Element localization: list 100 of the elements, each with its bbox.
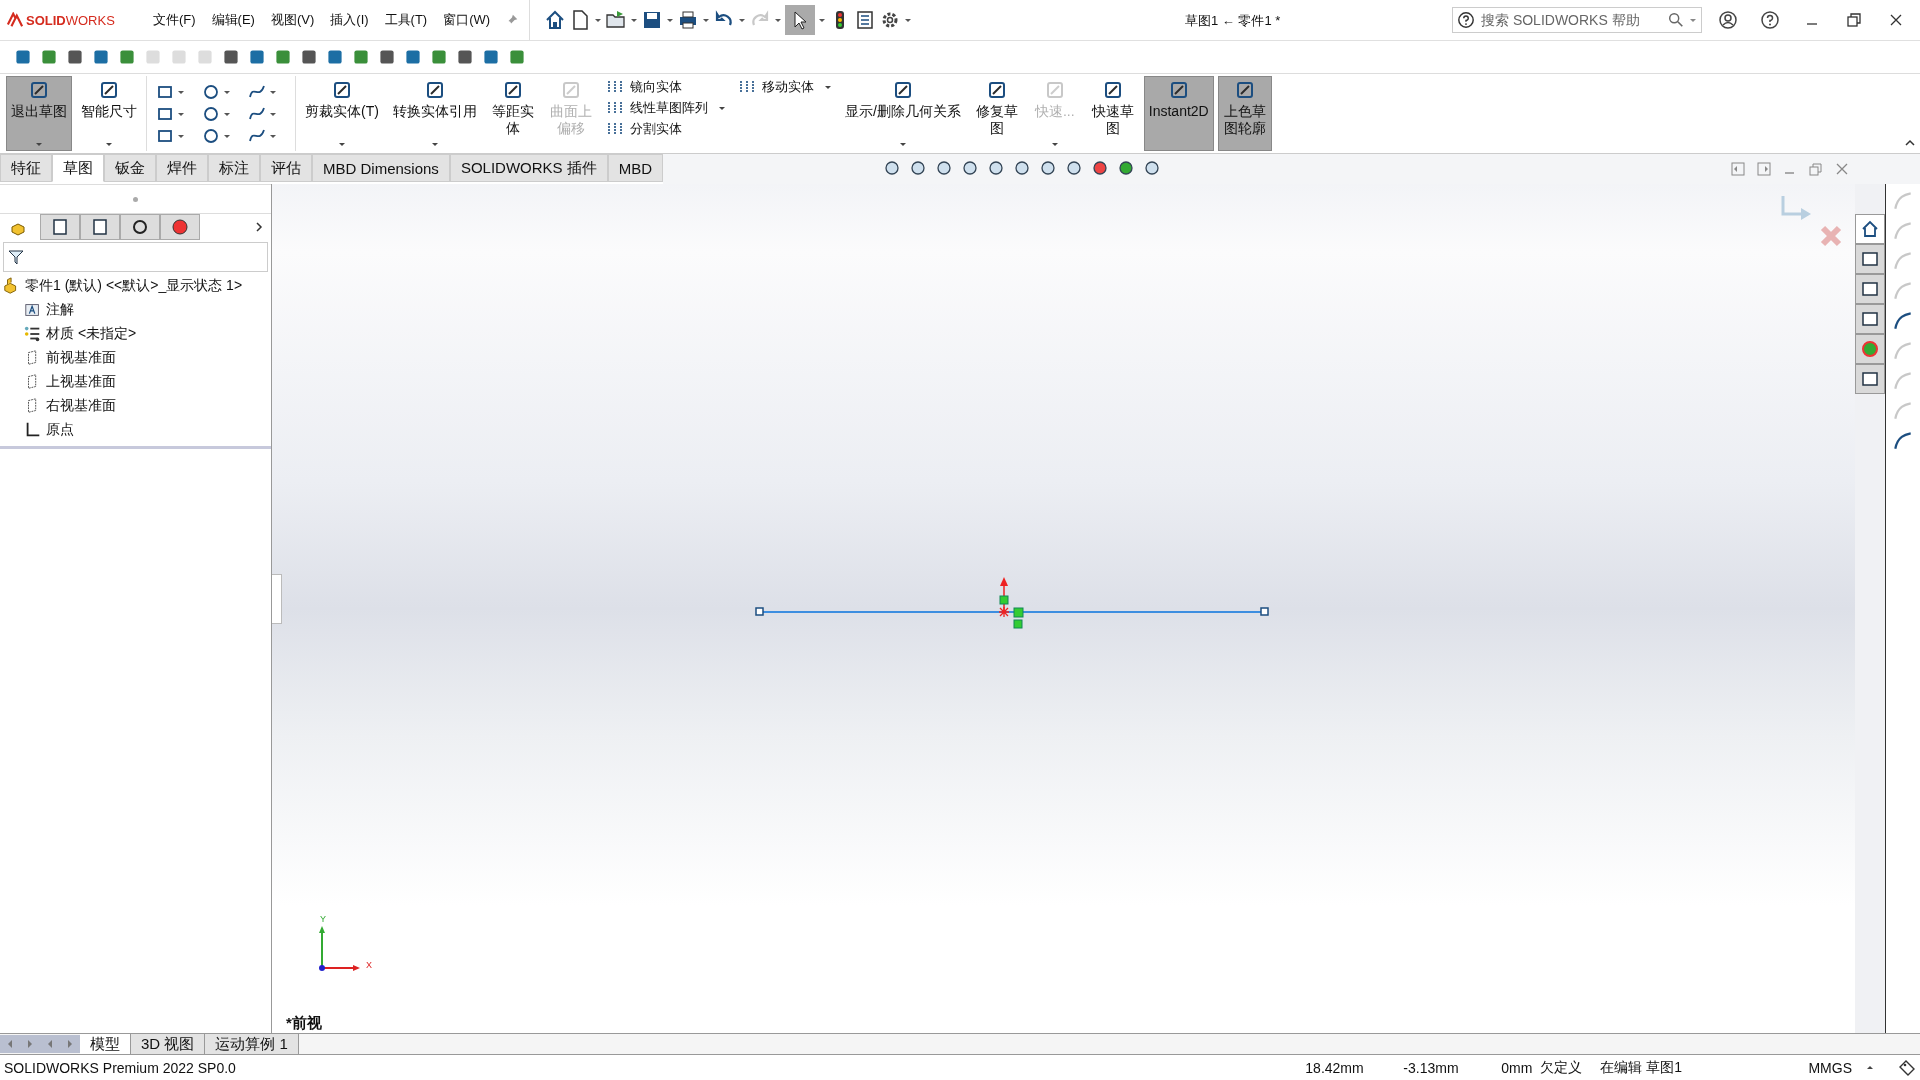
- caret-icon[interactable]: [337, 140, 346, 148]
- tree-item[interactable]: 右视基准面: [46, 397, 116, 415]
- ribbon-button[interactable]: 剪裁实体(T): [300, 76, 384, 151]
- folder-tab[interactable]: [1855, 274, 1885, 304]
- caret-icon[interactable]: [717, 104, 726, 112]
- ribbon-button[interactable]: Instant2D: [1143, 76, 1214, 151]
- ribbon-button[interactable]: 修复草图: [969, 76, 1024, 151]
- appearance-icon: [170, 217, 190, 237]
- manager-tab[interactable]: [40, 214, 80, 240]
- search-icon[interactable]: [1667, 11, 1685, 29]
- sketch-status: 欠定义: [1540, 1058, 1583, 1077]
- tree-item[interactable]: 注解: [46, 301, 74, 319]
- origin-icon: [24, 421, 42, 439]
- ribbon-button[interactable]: 退出草图: [6, 76, 72, 151]
- caret-icon[interactable]: [774, 16, 783, 24]
- product-version: SOLIDWORKS Premium 2022 SP0.0: [4, 1059, 236, 1076]
- caret-icon[interactable]: [35, 140, 43, 148]
- tree-item[interactable]: 上视基准面: [46, 373, 116, 391]
- crosshair-icon: [130, 217, 150, 237]
- view-palette-tab[interactable]: [1855, 304, 1885, 334]
- caret-icon[interactable]: [105, 140, 113, 148]
- ribbon-button[interactable]: 上色草图轮廓: [1217, 76, 1272, 151]
- tab[interactable]: MBD: [607, 154, 664, 182]
- tab[interactable]: 3D 视图: [131, 1034, 206, 1054]
- ribbon-button[interactable]: 快速草图: [1085, 76, 1140, 151]
- tree-item[interactable]: 原点: [46, 421, 74, 439]
- panel-handle[interactable]: [272, 574, 282, 624]
- menu-item[interactable]: 视图(V): [263, 7, 322, 33]
- app-logo: SOLIDWORKS: [26, 12, 115, 28]
- caret-icon[interactable]: [898, 140, 907, 148]
- coordinate-value: 18.42mm: [1305, 1059, 1365, 1076]
- view-name: *前视: [286, 1014, 322, 1033]
- tab[interactable]: 钣金: [104, 154, 156, 182]
- account-icon[interactable]: [1718, 10, 1738, 30]
- coordinate-value: 0mm: [1501, 1059, 1533, 1076]
- caret-icon[interactable]: [904, 16, 913, 24]
- chevron-right-icon[interactable]: [253, 221, 265, 233]
- menu-item[interactable]: 窗口(W): [436, 7, 498, 33]
- home-icon: [1860, 219, 1880, 239]
- ribbon-button[interactable]: 等距实体: [485, 76, 540, 151]
- logo-icon: [6, 12, 24, 28]
- tool-icon: [28, 79, 50, 101]
- splitter-handle[interactable]: [133, 196, 138, 202]
- tab[interactable]: 特征: [0, 154, 52, 182]
- tool-icon: [98, 79, 120, 101]
- caret-icon[interactable]: [823, 83, 832, 91]
- tree-item[interactable]: 前视基准面: [46, 349, 116, 367]
- manager-tab[interactable]: [120, 214, 160, 240]
- tab[interactable]: MBD Dimensions: [312, 154, 450, 182]
- caret-icon[interactable]: [430, 140, 439, 148]
- manager-tab[interactable]: [160, 214, 200, 240]
- window-title: 草图1 ← 零件1 *: [1185, 12, 1281, 30]
- corner-icon[interactable]: [1892, 310, 1914, 332]
- menu-item[interactable]: 文件(F): [146, 7, 203, 33]
- search-field[interactable]: 搜索 SOLIDWORKS 帮助: [1452, 7, 1702, 33]
- select-button[interactable]: [785, 5, 816, 35]
- caret-icon[interactable]: [702, 16, 711, 24]
- ribbon-button[interactable]: 智能尺寸: [76, 76, 142, 151]
- filter-field[interactable]: [3, 242, 268, 272]
- units-button[interactable]: MMGS: [1808, 1059, 1852, 1076]
- tree-item[interactable]: 零件1 (默认) <<默认>_显示状态 1>: [25, 277, 243, 295]
- home-tab[interactable]: [1855, 214, 1885, 244]
- ribbon-button[interactable]: 移动实体: [737, 78, 832, 96]
- caret-up-icon[interactable]: [1866, 1063, 1874, 1072]
- restore-icon[interactable]: [1844, 10, 1864, 30]
- ribbon-button[interactable]: 线性草图阵列: [605, 99, 726, 117]
- caret-icon[interactable]: [818, 16, 827, 24]
- tile-left-icon[interactable]: [1730, 161, 1746, 177]
- appearance-icon: [1860, 339, 1880, 359]
- help-icon[interactable]: [1760, 10, 1780, 30]
- menu-item[interactable]: 编辑(E): [204, 7, 262, 33]
- tile-right-icon[interactable]: [1756, 161, 1772, 177]
- open-folder-icon[interactable]: [605, 9, 628, 31]
- tree-item[interactable]: 材质 <未指定>: [46, 325, 137, 343]
- tab[interactable]: 标注: [208, 154, 260, 182]
- caret-icon[interactable]: [630, 16, 639, 24]
- tab[interactable]: 模型: [80, 1034, 131, 1054]
- manager-tab[interactable]: [80, 214, 120, 240]
- caret-icon[interactable]: [738, 16, 747, 24]
- coordinate-value: -3.13mm: [1403, 1059, 1460, 1076]
- appearance-tab[interactable]: [1855, 334, 1885, 364]
- menu-item[interactable]: 工具(T): [377, 7, 435, 33]
- caret-icon[interactable]: [594, 16, 603, 24]
- menu-item[interactable]: 插入(I): [323, 7, 376, 33]
- ribbon-button[interactable]: 分割实体: [605, 120, 726, 138]
- tab[interactable]: 草图: [52, 154, 104, 182]
- tag-icon[interactable]: [1898, 1058, 1916, 1077]
- properties-tab[interactable]: [1855, 364, 1885, 394]
- material-icon: [24, 325, 42, 343]
- help-icon[interactable]: [1457, 11, 1475, 29]
- tab[interactable]: SOLIDWORKS 插件: [449, 154, 608, 182]
- library-tab[interactable]: [1855, 244, 1885, 274]
- caret-icon[interactable]: [666, 16, 675, 24]
- tab[interactable]: 评估: [260, 154, 312, 182]
- tab[interactable]: 运动算例 1: [205, 1034, 299, 1054]
- tab[interactable]: 焊件: [156, 154, 208, 182]
- ribbon-button[interactable]: 显示/删除几何关系: [839, 76, 966, 151]
- axis-label: X: [366, 960, 372, 970]
- ribbon-button[interactable]: 转换实体引用: [387, 76, 482, 151]
- ribbon-button[interactable]: 镜向实体: [605, 78, 726, 96]
